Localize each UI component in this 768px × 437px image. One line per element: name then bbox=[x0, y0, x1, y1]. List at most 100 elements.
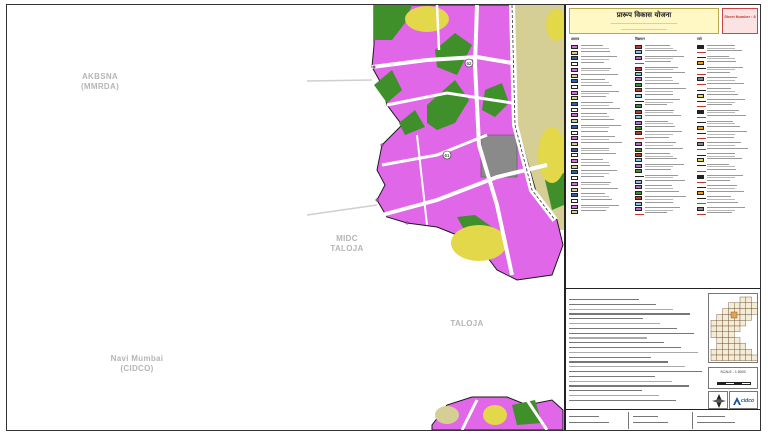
legend-head-proposed: प्रस्ताव bbox=[571, 37, 580, 41]
key-map-cell bbox=[722, 314, 729, 321]
legend-line-swatch bbox=[635, 100, 644, 102]
key-map-cell bbox=[710, 331, 718, 338]
signature-strip bbox=[566, 409, 760, 431]
legend-swatch bbox=[571, 187, 578, 192]
area-label-akbsna: AKBSNA (MMRDA) bbox=[65, 72, 135, 92]
legend-swatch bbox=[571, 113, 578, 118]
legend-line-swatch bbox=[697, 132, 706, 134]
yellow-zone-b bbox=[451, 225, 507, 261]
area-label-midc-line1: MIDC bbox=[336, 234, 358, 243]
yellow-zone-south bbox=[483, 405, 507, 425]
key-map-grid bbox=[710, 296, 758, 362]
key-map-cell bbox=[751, 308, 758, 315]
legend-panel: प्रारूप विकास योजना ――――――――――――――――――― … bbox=[564, 5, 760, 430]
key-map-cell bbox=[710, 325, 718, 333]
sector-61-label: 61 bbox=[444, 153, 450, 158]
plan-subtitle: ――――――――――――――――――― bbox=[610, 21, 678, 25]
legend-line-swatch bbox=[697, 100, 706, 102]
key-map-cell bbox=[745, 314, 752, 321]
legend-swatch bbox=[635, 169, 642, 174]
logo-box: cidco bbox=[729, 391, 758, 409]
key-map-cell bbox=[734, 320, 741, 327]
area-label-taloja: TALOJA bbox=[437, 319, 497, 329]
yellow-zone-a bbox=[405, 6, 449, 32]
key-map-cell bbox=[739, 314, 747, 321]
legend-line-swatch bbox=[635, 213, 644, 215]
key-map-cell bbox=[739, 296, 747, 304]
legend-item bbox=[697, 212, 757, 218]
panel-divider bbox=[566, 288, 760, 289]
legend-swatch bbox=[571, 193, 578, 198]
legend-swatch bbox=[571, 170, 578, 175]
legend-swatch bbox=[571, 130, 578, 135]
plan-title: प्रारूप विकास योजना bbox=[616, 11, 672, 19]
key-map-cell bbox=[734, 343, 741, 350]
signature-block-3 bbox=[694, 412, 760, 429]
key-map-cell bbox=[716, 314, 723, 321]
legend-swatch bbox=[571, 107, 578, 112]
key-map-cell bbox=[722, 343, 729, 350]
legend-swatch bbox=[635, 142, 642, 147]
legend-swatch bbox=[635, 109, 642, 114]
note-line bbox=[569, 318, 643, 320]
legend-swatch bbox=[697, 93, 704, 98]
key-map-cell bbox=[734, 337, 741, 344]
legend-swatch bbox=[571, 73, 578, 78]
legend-swatch bbox=[635, 158, 642, 163]
khaki-zone-south bbox=[435, 406, 459, 424]
legend-swatch bbox=[635, 77, 642, 82]
key-map-cell bbox=[722, 349, 729, 356]
legend-line-swatch bbox=[697, 84, 706, 86]
legend-line-swatch bbox=[697, 181, 706, 183]
legend-swatch bbox=[635, 190, 642, 195]
legend-swatch bbox=[571, 79, 578, 84]
scale-block: SCALE - 1:5000 bbox=[708, 367, 758, 389]
note-line bbox=[569, 342, 664, 344]
note-line bbox=[569, 375, 655, 377]
legend-swatch bbox=[697, 45, 704, 49]
legend-swatch bbox=[635, 185, 642, 190]
legend-line-swatch bbox=[697, 105, 706, 107]
legend-swatch bbox=[635, 163, 642, 168]
key-map-cell bbox=[745, 354, 752, 362]
legend-line-swatch bbox=[697, 165, 706, 167]
legend-swatch bbox=[571, 159, 578, 163]
key-map-cell bbox=[728, 325, 735, 333]
area-label-navi-mumbai: Navi Mumbai (CIDCO) bbox=[97, 354, 177, 374]
legend-swatch bbox=[697, 190, 704, 195]
legend-swatch bbox=[571, 198, 578, 203]
map-sheet-frame: 62 61 65 AKBSNA (MMRDA) MIDC TALOJA bbox=[6, 4, 761, 431]
key-map-cell bbox=[716, 349, 723, 356]
legend-swatch bbox=[571, 210, 578, 215]
area-label-akbsna-line2: (MMRDA) bbox=[80, 82, 120, 91]
key-map-cell bbox=[745, 302, 752, 309]
legend-line-swatch bbox=[697, 68, 706, 70]
legend-swatch bbox=[571, 67, 578, 72]
area-label-midc-line2: TALOJA bbox=[330, 244, 364, 253]
legend-swatch bbox=[571, 153, 578, 158]
key-map-cell bbox=[728, 331, 735, 338]
key-map-cell bbox=[739, 320, 747, 327]
legend-swatch bbox=[697, 77, 704, 82]
legend-swatch bbox=[571, 96, 578, 101]
legend-swatch bbox=[571, 62, 578, 67]
legend-swatch bbox=[635, 115, 642, 120]
note-line bbox=[569, 313, 690, 315]
note-line bbox=[569, 303, 656, 305]
note-line bbox=[569, 351, 698, 353]
north-arrow-icon bbox=[712, 394, 726, 408]
key-map-cell bbox=[722, 320, 729, 327]
legend-swatch bbox=[571, 176, 578, 181]
key-map-cell bbox=[745, 308, 752, 315]
legend-swatch bbox=[571, 45, 578, 49]
legend-item bbox=[571, 210, 631, 216]
legend-line-swatch bbox=[635, 176, 644, 178]
map-area[interactable]: 62 61 65 AKBSNA (MMRDA) MIDC TALOJA bbox=[7, 5, 564, 430]
legend-swatch bbox=[635, 131, 642, 136]
legend-swatch bbox=[635, 72, 642, 76]
legend-swatch bbox=[571, 141, 578, 146]
note-line bbox=[569, 356, 651, 358]
legend-swatch bbox=[635, 93, 642, 98]
legend-swatch bbox=[635, 126, 642, 130]
note-line bbox=[569, 395, 659, 397]
